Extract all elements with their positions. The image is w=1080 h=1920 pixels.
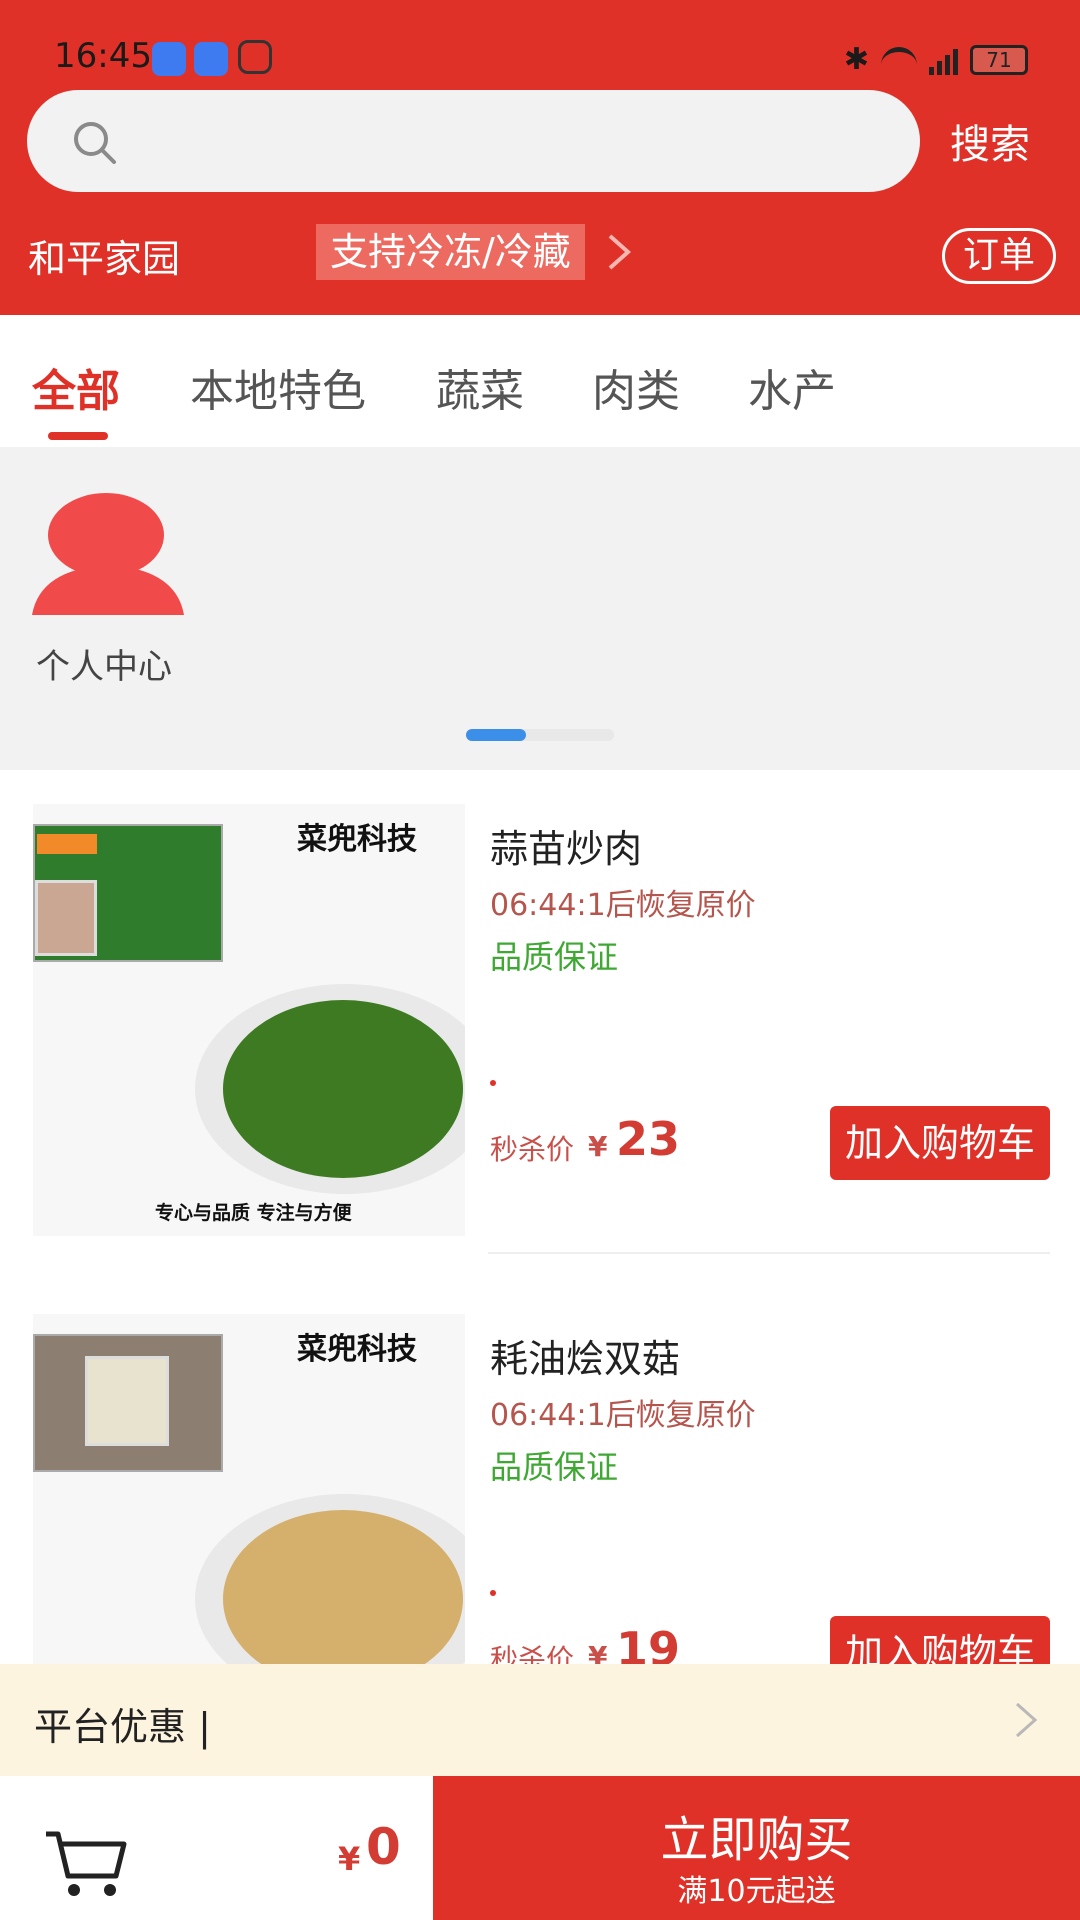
chevron-right-icon xyxy=(608,234,632,270)
buy-now-button[interactable]: 立即购买 满10元起送 xyxy=(433,1776,1080,1920)
pager-indicator xyxy=(466,729,526,741)
search-icon xyxy=(74,122,116,164)
bottom-cart-bar: ¥ 0 立即购买 满10元起送 xyxy=(0,1776,1080,1920)
tab-local-specialty[interactable]: 本地特色 xyxy=(190,355,366,419)
image-brand-text: 菜兜科技 xyxy=(297,1332,417,1367)
product-countdown: 06:44:1后恢复原价 xyxy=(490,888,756,923)
product-dot xyxy=(490,1080,496,1086)
product-name[interactable]: 耗油烩双菇 xyxy=(490,1328,680,1383)
notification-app-icon xyxy=(152,42,186,76)
status-time: 16:45 xyxy=(54,36,152,76)
image-brand-text: 菜兜科技 xyxy=(297,822,417,857)
product-image[interactable]: 菜兜科技 专心与品质 专注与方便 xyxy=(33,804,465,1236)
cart-total-currency: ¥ xyxy=(338,1840,361,1878)
product-price-currency: ¥ xyxy=(588,1130,608,1163)
search-input[interactable] xyxy=(27,90,920,192)
search-button[interactable]: 搜索 xyxy=(950,112,1030,170)
cart-total: 0 xyxy=(366,1818,401,1876)
product-name[interactable]: 蒜苗炒肉 xyxy=(490,818,642,873)
header: 16:45 ✱ 71 搜索 和平家园 支持冷冻/冷藏 订单 xyxy=(0,0,1080,315)
buy-now-label: 立即购买 xyxy=(660,1812,853,1868)
min-order-label: 满10元起送 xyxy=(677,1874,836,1909)
divider xyxy=(488,1252,1050,1254)
product-price: 23 xyxy=(616,1112,681,1166)
system-icons: ✱ 71 xyxy=(844,42,1028,77)
tab-meat[interactable]: 肉类 xyxy=(592,355,680,419)
product-card[interactable]: 菜兜科技 专心与品质 专注与方便 蒜苗炒肉 06:44:1后恢复原价 品质保证 … xyxy=(0,782,1080,1292)
bluetooth-icon: ✱ xyxy=(843,42,869,77)
location-label[interactable]: 和平家园 xyxy=(28,228,180,283)
platform-coupon-bar[interactable]: 平台优惠 | xyxy=(0,1664,1080,1776)
dish-image xyxy=(223,1510,463,1688)
chevron-right-icon xyxy=(1016,1702,1038,1738)
shortcut-panel: 个人中心 xyxy=(0,447,1080,770)
category-tabs: 全部 本地特色 蔬菜 肉类 水产 xyxy=(0,315,1080,447)
tab-seafood[interactable]: 水产 xyxy=(748,355,836,419)
add-to-cart-button[interactable]: 加入购物车 xyxy=(830,1106,1050,1180)
active-tab-indicator xyxy=(48,432,108,440)
person-icon[interactable] xyxy=(30,491,186,615)
shortcut-personal-center[interactable]: 个人中心 xyxy=(36,639,172,688)
raw-ingredients-image xyxy=(33,1334,223,1472)
battery-icon: 71 xyxy=(970,44,1028,75)
image-slogan-text: 专心与品质 专注与方便 xyxy=(155,1202,352,1224)
orders-button[interactable]: 订单 xyxy=(942,228,1056,284)
signal-icon xyxy=(929,45,958,75)
tab-vegetables[interactable]: 蔬菜 xyxy=(436,355,524,419)
hand-icon xyxy=(238,40,272,74)
product-countdown: 06:44:1后恢复原价 xyxy=(490,1398,756,1433)
tab-all[interactable]: 全部 xyxy=(32,355,120,419)
status-bar: 16:45 ✱ 71 xyxy=(0,0,1080,88)
cart-icon[interactable] xyxy=(44,1828,128,1900)
product-price-label: 秒杀价 xyxy=(490,1133,575,1166)
product-quality-badge: 品质保证 xyxy=(490,1448,619,1486)
wifi-icon xyxy=(881,46,917,73)
dish-image xyxy=(223,1000,463,1178)
cold-storage-tag[interactable]: 支持冷冻/冷藏 xyxy=(316,224,585,280)
coupon-label: 平台优惠 | xyxy=(34,1705,211,1749)
product-quality-badge: 品质保证 xyxy=(490,938,619,976)
notification-app-icon xyxy=(194,42,228,76)
raw-ingredients-image xyxy=(33,824,223,962)
product-dot xyxy=(490,1590,496,1596)
